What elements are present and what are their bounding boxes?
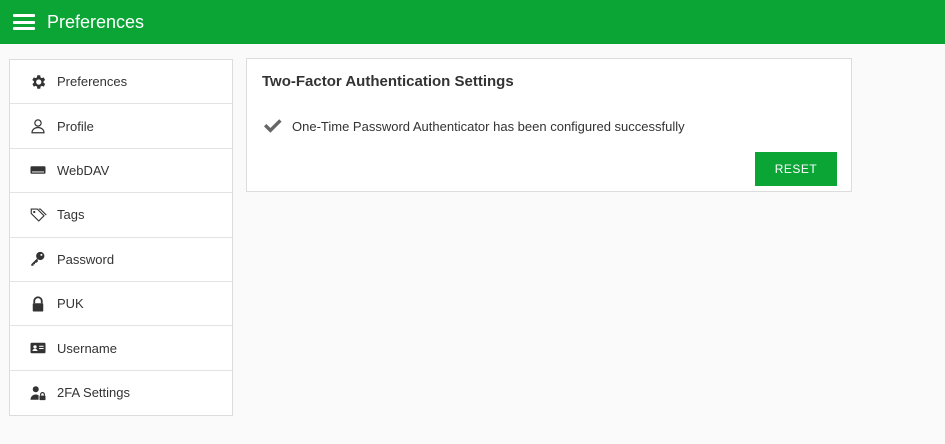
sidebar-item-profile[interactable]: Profile: [10, 104, 232, 149]
sidebar-item-tags[interactable]: Tags: [10, 193, 232, 238]
reset-button[interactable]: RESET: [755, 152, 837, 186]
hamburger-menu-icon[interactable]: [13, 13, 35, 31]
panel-title: Two-Factor Authentication Settings: [262, 73, 514, 90]
sidebar-item-username[interactable]: Username: [10, 326, 232, 371]
two-factor-settings-panel: Two-Factor Authentication Settings One-T…: [246, 58, 852, 192]
lock-icon: [28, 294, 48, 314]
sidebar-item-label: 2FA Settings: [57, 385, 130, 401]
sidebar: Preferences Profile WebDAV Tags Password…: [9, 59, 233, 417]
user-icon: [28, 116, 48, 136]
sidebar-item-2fa-settings[interactable]: 2FA Settings: [10, 371, 232, 415]
user-lock-icon: [28, 383, 48, 403]
gear-icon: [28, 72, 48, 92]
sidebar-item-webdav[interactable]: WebDAV: [10, 149, 232, 194]
sidebar-item-label: PUK: [57, 296, 84, 312]
sidebar-item-password[interactable]: Password: [10, 238, 232, 282]
check-icon: [264, 119, 282, 133]
app-title: Preferences: [47, 11, 145, 32]
sidebar-item-preferences[interactable]: Preferences: [10, 60, 232, 105]
sidebar-item-label: Username: [57, 340, 117, 356]
sidebar-item-label: Tags: [57, 207, 85, 223]
sidebar-item-label: WebDAV: [57, 162, 110, 178]
id-card-icon: [28, 338, 48, 358]
status-message: One-Time Password Authenticator has been…: [292, 118, 685, 134]
drive-icon: [28, 160, 48, 180]
sidebar-item-label: Preferences: [57, 74, 128, 90]
sidebar-item-label: Profile: [57, 118, 94, 134]
sidebar-item-puk[interactable]: PUK: [10, 282, 232, 327]
sidebar-item-label: Password: [57, 251, 115, 267]
key-icon: [28, 249, 48, 269]
tags-icon: [28, 205, 48, 225]
top-bar: Preferences: [0, 0, 945, 44]
status-message-row: One-Time Password Authenticator has been…: [262, 118, 685, 134]
